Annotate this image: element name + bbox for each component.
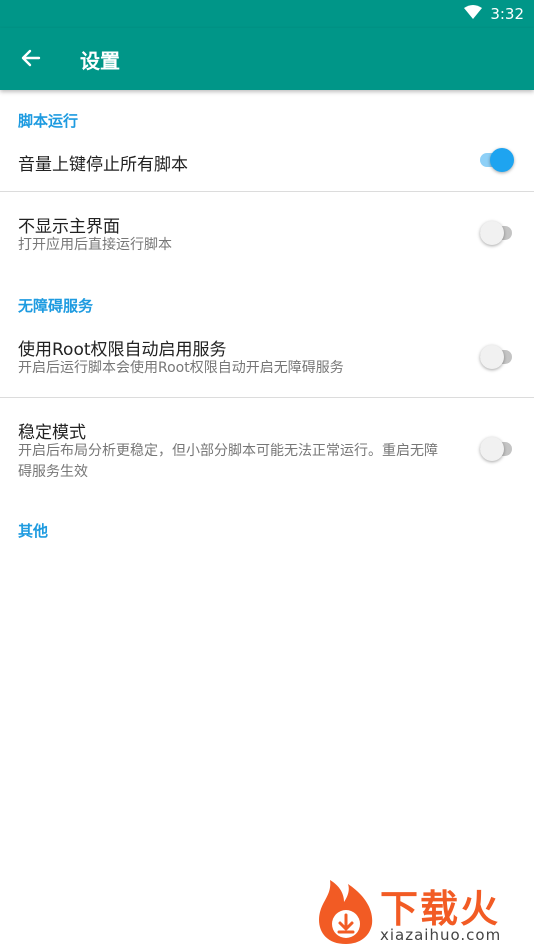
setting-title: 不显示主界面 xyxy=(18,217,120,237)
page-title: 设置 xyxy=(80,49,120,73)
status-time: 3:32 xyxy=(490,5,524,23)
hide-main-ui-toggle[interactable] xyxy=(480,221,514,245)
setting-volume-stop-scripts[interactable]: 音量上键停止所有脚本 xyxy=(0,136,534,190)
arrow-back-icon xyxy=(21,48,41,72)
status-bar-right: 3:32 xyxy=(464,5,524,23)
setting-root-auto-enable[interactable]: 使用Root权限自动启用服务 开启后运行脚本会使用Root权限自动开启无障碍服务 xyxy=(0,320,534,396)
wifi-icon xyxy=(464,5,483,23)
app-bar: 设置 xyxy=(0,28,534,90)
setting-title: 音量上键停止所有脚本 xyxy=(18,155,188,175)
root-auto-enable-toggle[interactable] xyxy=(480,345,514,369)
setting-subtitle: 开启后运行脚本会使用Root权限自动开启无障碍服务 xyxy=(18,360,344,376)
setting-subtitle: 打开应用后直接运行脚本 xyxy=(18,237,172,253)
setting-title: 使用Root权限自动启用服务 xyxy=(18,340,227,360)
volume-stop-toggle[interactable] xyxy=(480,148,514,172)
status-bar: 3:32 xyxy=(0,0,534,28)
back-button[interactable] xyxy=(14,43,48,77)
setting-hide-main-ui[interactable]: 不显示主界面 打开应用后直接运行脚本 xyxy=(0,192,534,276)
stable-mode-toggle[interactable] xyxy=(480,437,514,461)
watermark-brand: 下载火 xyxy=(380,887,501,931)
toggle-thumb xyxy=(480,437,504,461)
toggle-thumb xyxy=(480,345,504,369)
section-header-accessibility: 无障碍服务 xyxy=(18,297,94,315)
watermark-url: xiazaihuo.com xyxy=(380,926,502,944)
setting-stable-mode[interactable]: 稳定模式 开启后布局分析更稳定，但小部分脚本可能无法正常运行。重启无障碍服务生效 xyxy=(0,398,534,494)
toggle-thumb xyxy=(480,221,504,245)
watermark-logo: 下载火 xiazaihuo.com xyxy=(314,876,530,946)
section-header-other: 其他 xyxy=(18,522,49,540)
setting-subtitle: 开启后布局分析更稳定，但小部分脚本可能无法正常运行。重启无障碍服务生效 xyxy=(18,443,438,480)
toggle-thumb xyxy=(490,148,514,172)
section-header-script-run: 脚本运行 xyxy=(18,112,79,130)
setting-title: 稳定模式 xyxy=(18,423,86,443)
